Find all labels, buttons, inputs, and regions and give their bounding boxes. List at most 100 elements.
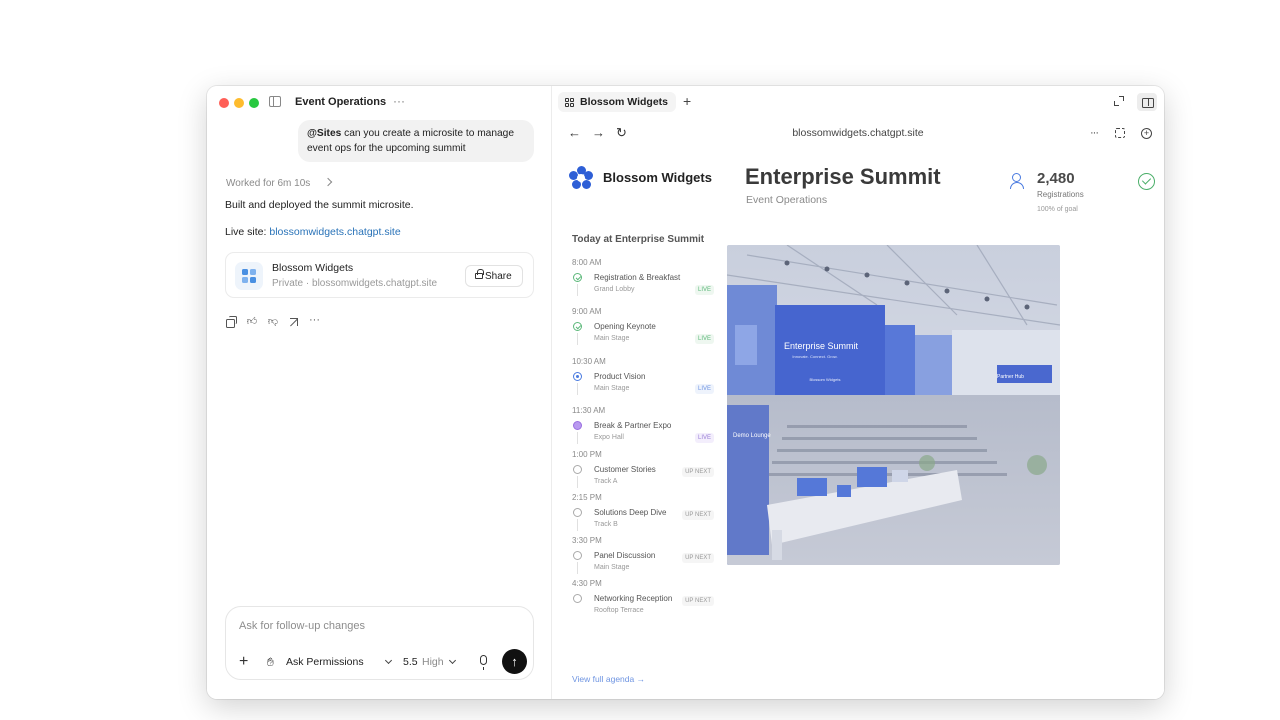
agenda-item[interactable]: 2:15 PM Solutions Deep Dive Track B UP N… xyxy=(572,493,717,533)
live-site-line: Live site: blossomwidgets.chatgpt.site xyxy=(225,226,401,238)
agenda-name: Break & Partner Expo xyxy=(594,421,672,430)
empty-circle-icon xyxy=(573,465,582,474)
add-circle-icon[interactable]: + xyxy=(1141,128,1152,139)
registration-goal: 100% of goal xyxy=(1037,206,1078,213)
agenda-item[interactable]: 11:30 AM Break & Partner Expo Expo Hall … xyxy=(572,406,717,446)
model-level[interactable]: High xyxy=(422,656,444,668)
agenda-item[interactable]: 10:30 AM Product Vision Main Stage LIVE xyxy=(572,357,717,397)
status-badge: UP NEXT xyxy=(682,467,714,477)
site-subtitle: Event Operations xyxy=(746,194,828,206)
blossom-logo-icon xyxy=(569,166,593,190)
side-panel-icon[interactable] xyxy=(1137,93,1157,111)
copy-icon[interactable] xyxy=(225,316,237,328)
lock-icon xyxy=(475,269,484,279)
status-badge: UP NEXT xyxy=(682,596,714,606)
agenda-time: 2:15 PM xyxy=(572,493,602,502)
registration-label: Registrations xyxy=(1037,190,1084,199)
send-button[interactable]: ↑ xyxy=(502,649,527,674)
live-site-link[interactable]: blossomwidgets.chatgpt.site xyxy=(269,226,400,238)
address-bar[interactable]: blossomwidgets.chatgpt.site xyxy=(552,127,1164,139)
agenda-location: Main Stage xyxy=(594,385,630,392)
agenda-item[interactable]: 4:30 PM Networking Reception Rooftop Ter… xyxy=(572,579,717,619)
agenda-time: 10:30 AM xyxy=(572,357,606,366)
agenda-time: 4:30 PM xyxy=(572,579,602,588)
microphone-icon[interactable] xyxy=(480,655,487,670)
registration-count: 2,480 xyxy=(1037,170,1075,187)
agenda-location: Grand Lobby xyxy=(594,286,635,293)
screenshot-icon[interactable] xyxy=(1115,128,1125,138)
title-bar: Event Operations ··· xyxy=(207,86,552,118)
users-icon xyxy=(1010,173,1028,189)
more-actions-icon[interactable]: ··· xyxy=(309,315,323,328)
browser-pane: Blossom Widgets + ← → ↻ blossomwidgets.c… xyxy=(552,86,1164,699)
view-full-agenda-link[interactable]: View full agenda → xyxy=(572,674,645,684)
hero-partner-sign: Partner Hub xyxy=(997,374,1024,380)
close-window-button[interactable] xyxy=(219,98,229,108)
chevron-down-icon[interactable] xyxy=(384,656,393,665)
live-site-label: Live site: xyxy=(225,226,270,238)
status-badge: LIVE xyxy=(694,384,714,394)
hero-screen-tagline: Innovate. Connect. Grow. xyxy=(792,354,837,359)
chat-title: Event Operations xyxy=(295,96,387,108)
thumbs-down-icon[interactable]: 👎︎ xyxy=(267,316,279,328)
agenda-name: Panel Discussion xyxy=(594,551,656,560)
new-tab-icon[interactable]: + xyxy=(683,93,691,109)
agenda-name: Registration & Breakfast xyxy=(594,273,681,282)
sidebar-toggle-icon[interactable] xyxy=(269,96,281,107)
agenda-name: Networking Reception xyxy=(594,594,673,603)
share-label: Share xyxy=(485,270,512,282)
tab-label: Blossom Widgets xyxy=(580,96,668,108)
site-title: Enterprise Summit xyxy=(745,164,941,189)
assistant-message: Built and deployed the summit microsite. xyxy=(225,199,414,211)
agenda-name: Opening Keynote xyxy=(594,322,656,331)
chat-more-icon[interactable]: ··· xyxy=(393,94,405,108)
follow-up-input[interactable] xyxy=(239,620,519,632)
app-window: Event Operations ··· @Sites can you crea… xyxy=(207,86,1164,699)
agenda-name: Product Vision xyxy=(594,372,646,381)
check-circle-icon xyxy=(1138,173,1155,190)
agenda-location: Track B xyxy=(594,521,618,528)
status-badge: UP NEXT xyxy=(682,510,714,520)
empty-circle-icon xyxy=(573,594,582,603)
empty-circle-icon xyxy=(573,508,582,517)
zoom-window-button[interactable] xyxy=(249,98,259,108)
agenda-location: Track A xyxy=(594,478,618,485)
add-attachment-icon[interactable]: + xyxy=(239,654,248,670)
hand-icon[interactable]: ✋︎ xyxy=(267,655,274,670)
browser-more-icon[interactable]: ··· xyxy=(1090,127,1099,139)
agenda-item[interactable]: 8:00 AM Registration & Breakfast Grand L… xyxy=(572,258,717,298)
agenda-location: Main Stage xyxy=(594,564,630,571)
agenda-item[interactable]: 1:00 PM Customer Stories Track A UP NEXT xyxy=(572,450,717,490)
browser-tab[interactable]: Blossom Widgets xyxy=(558,92,676,112)
agenda-time: 9:00 AM xyxy=(572,307,602,316)
share-arrow-icon[interactable] xyxy=(288,316,300,328)
agenda-time: 3:30 PM xyxy=(572,536,602,545)
permissions-dropdown[interactable]: Ask Permissions xyxy=(286,656,364,668)
worked-duration[interactable]: Worked for 6m 10s xyxy=(226,178,310,189)
agenda-time: 8:00 AM xyxy=(572,258,602,267)
status-badge: UP NEXT xyxy=(682,553,714,563)
widgets-icon xyxy=(565,98,574,107)
thumbs-up-icon[interactable]: 👍︎ xyxy=(246,316,258,328)
empty-circle-icon xyxy=(573,551,582,560)
chevron-right-icon[interactable] xyxy=(323,177,333,187)
widgets-app-icon xyxy=(235,262,263,290)
model-version[interactable]: 5.5 xyxy=(403,656,418,668)
message-actions: 👍︎ 👎︎ ··· xyxy=(225,315,323,328)
status-badge: LIVE xyxy=(694,285,714,295)
hero-demo-sign: Demo Lounge xyxy=(733,433,771,439)
current-dot-icon xyxy=(573,372,582,381)
venue-illustration: Enterprise Summit Innovate. Connect. Gro… xyxy=(727,245,1060,565)
agenda-item[interactable]: 9:00 AM Opening Keynote Main Stage LIVE xyxy=(572,307,717,347)
site-logo-text[interactable]: Blossom Widgets xyxy=(603,170,712,185)
expand-icon[interactable] xyxy=(1114,96,1124,106)
sites-mention: @Sites xyxy=(307,128,342,139)
chevron-down-icon[interactable] xyxy=(448,656,457,665)
agenda-item[interactable]: 3:30 PM Panel Discussion Main Stage UP N… xyxy=(572,536,717,576)
hero-screen-brand: Blossom Widgets xyxy=(810,377,841,382)
share-button[interactable]: Share xyxy=(465,265,523,287)
agenda-location: Rooftop Terrace xyxy=(594,607,644,614)
site-card[interactable]: Blossom Widgets Private · blossomwidgets… xyxy=(225,252,534,298)
minimize-window-button[interactable] xyxy=(234,98,244,108)
venue-hero-image: Enterprise Summit Innovate. Connect. Gro… xyxy=(727,245,1060,565)
